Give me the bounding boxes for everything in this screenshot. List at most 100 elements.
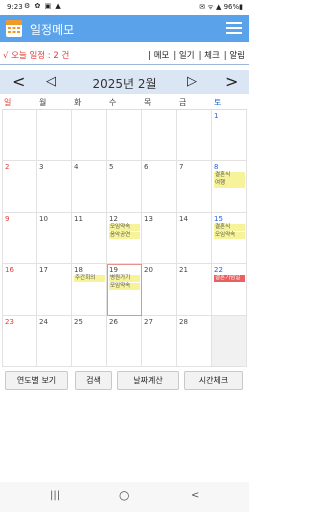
date-calc-button[interactable]: 날짜계산 — [117, 371, 179, 390]
day-number: 10 — [39, 214, 48, 223]
calendar-day-cell[interactable]: 16 — [2, 264, 37, 316]
link-memo[interactable]: | 메모 — [148, 51, 169, 61]
day-number: 2 — [5, 163, 10, 172]
calendar-day-cell[interactable] — [212, 315, 247, 367]
day-number: 28 — [179, 317, 188, 326]
calendar-day-cell[interactable]: 25 — [72, 315, 107, 367]
calendar-day-cell[interactable]: 1 — [212, 110, 247, 162]
day-number: 8 — [214, 163, 219, 172]
day-number: 3 — [39, 163, 44, 172]
day-number: 17 — [39, 266, 48, 275]
calendar-day-cell[interactable]: 17 — [37, 264, 72, 316]
event-label: 여행 — [214, 180, 245, 188]
day-number: 24 — [39, 317, 48, 326]
last-button[interactable]: > — [225, 72, 238, 91]
weekday-wed: 수 — [109, 98, 117, 107]
calendar-day-cell[interactable]: 10 — [37, 212, 72, 265]
calendar-day-cell[interactable]: 21 — [177, 264, 212, 316]
menu-icon[interactable] — [226, 22, 242, 35]
day-number: 7 — [179, 163, 184, 172]
day-number: 21 — [179, 266, 188, 275]
calendar-day-cell[interactable]: 14 — [177, 212, 212, 265]
month-navigator: < ◁ 2025년 2월 ▷ > — [0, 70, 249, 94]
calendar-day-cell[interactable] — [107, 110, 142, 162]
day-number: 20 — [144, 266, 153, 275]
calendar-day-cell[interactable]: 9 — [2, 212, 37, 265]
day-number: 11 — [74, 214, 83, 223]
calendar-day-cell[interactable]: 18 주간회의 — [72, 264, 107, 316]
calendar-day-cell[interactable]: 26 — [107, 315, 142, 367]
calendar-day-cell[interactable]: 13 — [142, 212, 177, 265]
weekday-thu: 목 — [144, 98, 152, 107]
weekday-sun: 일 — [4, 98, 12, 107]
day-number: 6 — [144, 163, 149, 172]
system-nav-bar: ||| ○ < — [0, 482, 249, 512]
bottom-buttons: 연도별 보기 검색 날짜계산 시간체크 — [0, 371, 249, 391]
search-button[interactable]: 검색 — [75, 371, 112, 390]
calendar-day-cell[interactable]: 24 — [37, 315, 72, 367]
weekday-tue: 화 — [74, 98, 82, 107]
day-number: 19 — [109, 266, 118, 275]
day-number: 18 — [74, 266, 83, 275]
time-check-button[interactable]: 시간체크 — [184, 371, 243, 390]
day-number: 12 — [109, 214, 118, 223]
calendar-day-cell[interactable]: 22 결혼기념일 — [212, 264, 247, 316]
month-title: 2025년 2월 — [92, 77, 157, 91]
day-number: 4 — [74, 163, 79, 172]
calendar-day-cell[interactable] — [2, 110, 37, 162]
calendar-day-cell[interactable]: 5 — [107, 161, 142, 213]
calendar-day-cell[interactable]: 19 병원가기 모임약속 — [107, 264, 142, 316]
event-label: 결혼식 — [214, 172, 245, 180]
calendar-day-cell[interactable]: 7 — [177, 161, 212, 213]
day-number: 9 — [5, 214, 10, 223]
event-label: 모임약속 — [214, 231, 245, 239]
day-number: 27 — [144, 317, 153, 326]
calendar-day-cell[interactable] — [72, 110, 107, 162]
event-label: 결혼기념일 — [214, 275, 245, 283]
status-bar: 9:23 ⚙ ✿ ▣ ▲ ✉ ᯤ ▲ 96%▮ — [0, 0, 249, 15]
day-number: 15 — [214, 214, 223, 223]
calendar-day-cell[interactable]: 20 — [142, 264, 177, 316]
status-right-icons: ✉ ᯤ ▲ 96%▮ — [199, 3, 243, 11]
link-alarm[interactable]: | 알림 — [224, 51, 245, 61]
calendar-day-cell[interactable]: 2 — [2, 161, 37, 213]
calendar-day-cell[interactable]: 27 — [142, 315, 177, 367]
calendar-day-cell[interactable]: 4 — [72, 161, 107, 213]
calendar-day-cell[interactable]: 3 — [37, 161, 72, 213]
recent-apps-button[interactable]: ||| — [50, 490, 60, 501]
calendar-day-cell[interactable]: 8 결혼식 여행 — [212, 161, 247, 213]
calendar-grid: 1 2 3 4 5 6 7 8 결혼식 여행 9 10 11 12 모임약속 음악공연 13 14 15 결혼식 모임약… — [2, 109, 247, 367]
day-number: 5 — [109, 163, 114, 172]
next-month-button[interactable]: ▷ — [187, 74, 197, 89]
weekday-header: 일 월 화 수 목 금 토 — [2, 97, 247, 109]
link-check[interactable]: | 체크 — [199, 51, 220, 61]
home-button[interactable]: ○ — [119, 488, 129, 502]
link-diary[interactable]: | 일기 — [173, 51, 194, 61]
quick-links: | 메모 | 일기 | 체크 | 알림 — [144, 49, 245, 61]
divider — [0, 64, 249, 65]
calendar-day-cell[interactable]: 28 — [177, 315, 212, 367]
calendar-day-cell[interactable] — [177, 110, 212, 162]
today-schedule-count[interactable]: √ 오늘 일정 : 2 건 — [3, 49, 69, 61]
calendar-day-cell[interactable]: 6 — [142, 161, 177, 213]
notification-icons: ⚙ ✿ ▣ ▲ — [24, 2, 62, 10]
sub-header: √ 오늘 일정 : 2 건 | 메모 | 일기 | 체크 | 알림 — [0, 46, 249, 62]
calendar-day-cell[interactable]: 23 — [2, 315, 37, 367]
app-title: 일정메모 — [30, 23, 75, 37]
calendar-day-cell[interactable]: 11 — [72, 212, 107, 265]
day-number: 26 — [109, 317, 118, 326]
day-number: 16 — [5, 266, 14, 275]
app-bar: 일정메모 — [0, 15, 249, 42]
calendar-day-cell[interactable]: 15 결혼식 모임약속 — [212, 212, 247, 265]
back-button[interactable]: < — [191, 490, 199, 501]
weekday-fri: 금 — [179, 98, 187, 107]
calendar-day-cell[interactable]: 12 모임약속 음악공연 — [107, 212, 142, 265]
day-number: 23 — [5, 317, 14, 326]
calendar-day-cell[interactable] — [142, 110, 177, 162]
event-label: 모임약속 — [109, 283, 140, 291]
calendar-day-cell[interactable] — [37, 110, 72, 162]
event-label: 병원가기 — [109, 275, 140, 283]
calendar-app-icon — [6, 20, 22, 37]
yearly-view-button[interactable]: 연도별 보기 — [5, 371, 68, 390]
day-number: 22 — [214, 266, 223, 275]
